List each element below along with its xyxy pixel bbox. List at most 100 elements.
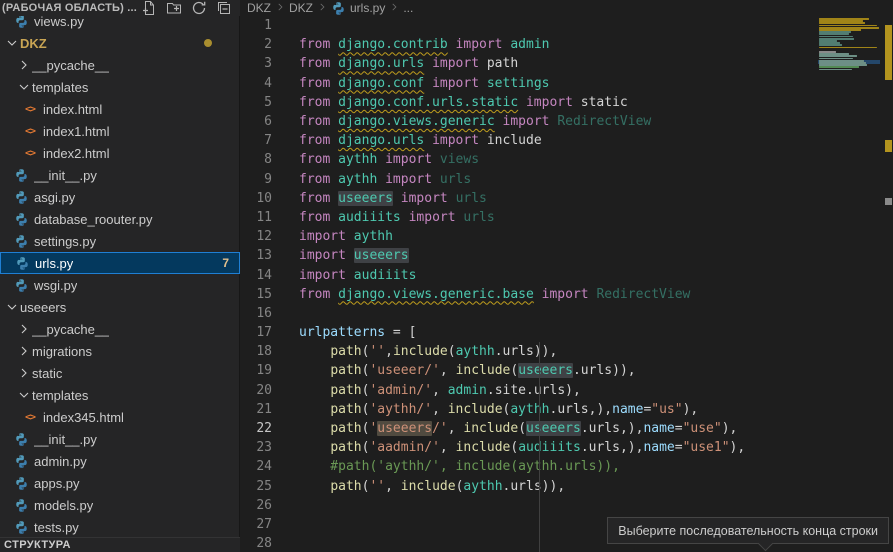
code-text: path('useeer/', include(useeers.urls)), (299, 363, 636, 378)
tree-item-useeers[interactable]: useeers (0, 296, 240, 318)
code-line-8[interactable]: 8from aythh import views (240, 150, 818, 169)
new-file-icon[interactable] (141, 0, 157, 16)
code-area: 12from django.contrib import admin3from … (240, 16, 818, 552)
tree-item-migrations[interactable]: migrations (0, 340, 240, 362)
python-file-icon (331, 1, 346, 16)
tree-item-database-roouter-py[interactable]: database_roouter.py (0, 208, 240, 230)
chevron-down-icon (4, 35, 20, 51)
code-line-5[interactable]: 5from django.conf.urls.static import sta… (240, 93, 818, 112)
code-line-4[interactable]: 4from django.conf import settings (240, 74, 818, 93)
code-text: path('aythh/', include(aythh.urls,),name… (299, 402, 698, 417)
tree-item-apps-py[interactable]: apps.py (0, 472, 240, 494)
code-line-10[interactable]: 10from useeers import urls (240, 189, 818, 208)
code-line-14[interactable]: 14import audiiits (240, 265, 818, 284)
tree-item-dkz[interactable]: DKZ (0, 32, 240, 54)
breadcrumb-label: DKZ (247, 1, 271, 15)
breadcrumb-item[interactable]: ... (403, 1, 413, 15)
code-line-6[interactable]: 6from django.views.generic import Redire… (240, 112, 818, 131)
code-text: from django.conf.urls.static import stat… (299, 95, 628, 110)
tree-item-index2-html[interactable]: <>index2.html (0, 142, 240, 164)
code-line-16[interactable]: 16 (240, 304, 818, 323)
code-text: from django.views.generic import Redirec… (299, 114, 651, 129)
line-number: 13 (240, 248, 272, 263)
line-number: 3 (240, 56, 272, 71)
line-number: 20 (240, 383, 272, 398)
line-number: 11 (240, 210, 272, 225)
code-line-11[interactable]: 11 from audiiits import urls (240, 208, 818, 227)
tree-item-label: admin.py (34, 454, 87, 469)
tree-item-label: index.html (43, 102, 102, 117)
tree-item-settings-py[interactable]: settings.py (0, 230, 240, 252)
code-line-23[interactable]: 23 path('aadmin/', include(audiiits.urls… (240, 438, 818, 457)
minimap[interactable] (818, 16, 880, 536)
code-line-24[interactable]: 24 #path('aythh/', include(aythh.urls)), (240, 457, 818, 476)
breadcrumb-label: ... (403, 1, 413, 15)
html-file-icon: <> (22, 101, 38, 117)
tree-item-models-py[interactable]: models.py (0, 494, 240, 516)
breadcrumb-separator-icon (316, 2, 328, 15)
code-line-17[interactable]: 17urlpatterns = [ (240, 323, 818, 342)
code-line-26[interactable]: 26 (240, 496, 818, 515)
line-number: 17 (240, 325, 272, 340)
new-folder-icon[interactable] (166, 0, 182, 16)
code-text: from aythh import views (299, 152, 479, 167)
code-line-25[interactable]: 25 path('', include(aythh.urls)), (240, 477, 818, 496)
tree-item-asgi-py[interactable]: asgi.py (0, 186, 240, 208)
collapse-folders-icon[interactable] (216, 0, 232, 16)
outline-section-header[interactable]: СТРУКТУРА (0, 537, 240, 552)
overview-ruler[interactable] (884, 0, 893, 552)
tree-item-admin-py[interactable]: admin.py (0, 450, 240, 472)
python-file-icon (14, 255, 30, 271)
breadcrumb-item[interactable]: DKZ (289, 1, 313, 15)
tree-item--pycache-[interactable]: __pycache__ (0, 318, 240, 340)
breadcrumb-separator-icon (274, 2, 286, 15)
code-line-3[interactable]: 3from django.urls import path (240, 54, 818, 73)
code-line-7[interactable]: 7from django.urls import include (240, 131, 818, 150)
code-line-22[interactable]: 22 path('useeers/', include(useeers.urls… (240, 419, 818, 438)
tree-item-label: templates (32, 388, 88, 403)
tree-item--init-py[interactable]: __init__.py (0, 164, 240, 186)
code-text: from django.contrib import admin (299, 37, 549, 52)
tree-item-tests-py[interactable]: tests.py (0, 516, 240, 538)
python-file-icon (13, 277, 29, 293)
tree-item-index345-html[interactable]: <>index345.html (0, 406, 240, 428)
code-line-9[interactable]: 9from aythh import urls (240, 170, 818, 189)
code-line-18[interactable]: 18 path('',include(aythh.urls)), (240, 342, 818, 361)
workspace-title: (РАБОЧАЯ ОБЛАСТЬ) ... (2, 2, 137, 14)
ruler-mark (885, 25, 892, 80)
tree-item-index1-html[interactable]: <>index1.html (0, 120, 240, 142)
tree-item-index-html[interactable]: <> index.html (0, 98, 240, 120)
tree-item--pycache-[interactable]: __pycache__ (0, 54, 240, 76)
code-line-20[interactable]: 20 path('admin/', admin.site.urls), (240, 381, 818, 400)
code-line-12[interactable]: 12import aythh (240, 227, 818, 246)
tree-item-urls-py[interactable]: urls.py7 (0, 252, 240, 274)
tree-item-templates[interactable]: templates (0, 384, 240, 406)
python-file-icon (13, 475, 29, 491)
code-line-1[interactable]: 1 (240, 16, 818, 35)
breadcrumb-item[interactable]: urls.py (331, 1, 385, 16)
line-number: 23 (240, 440, 272, 455)
breadcrumb-item[interactable]: DKZ (247, 1, 271, 15)
code-line-19[interactable]: 19 path('useeer/', include(useeers.urls)… (240, 361, 818, 380)
tree-item-templates[interactable]: templates (0, 76, 240, 98)
ruler-mark (885, 198, 892, 205)
ruler-mark (885, 140, 892, 152)
line-number: 19 (240, 363, 272, 378)
tree-item-label: __init__.py (34, 432, 97, 447)
tree-item-wsgi-py[interactable]: wsgi.py (0, 274, 240, 296)
line-number: 22 (240, 421, 272, 436)
line-number: 21 (240, 402, 272, 417)
code-text: from audiiits import urls (299, 210, 495, 225)
refresh-icon[interactable] (191, 0, 207, 16)
code-line-21[interactable]: 21 path('aythh/', include(aythh.urls,),n… (240, 400, 818, 419)
tree-item-label: settings.py (34, 234, 96, 249)
tree-item-static[interactable]: static (0, 362, 240, 384)
line-number: 16 (240, 306, 272, 321)
code-line-13[interactable]: 13import useeers (240, 246, 818, 265)
code-line-15[interactable]: 15from django.views.generic.base import … (240, 285, 818, 304)
tree-item--init-py[interactable]: __init__.py (0, 428, 240, 450)
line-number: 18 (240, 344, 272, 359)
tree-item-label: templates (32, 80, 88, 95)
tree-item-label: useeers (20, 300, 66, 315)
code-line-2[interactable]: 2from django.contrib import admin (240, 35, 818, 54)
